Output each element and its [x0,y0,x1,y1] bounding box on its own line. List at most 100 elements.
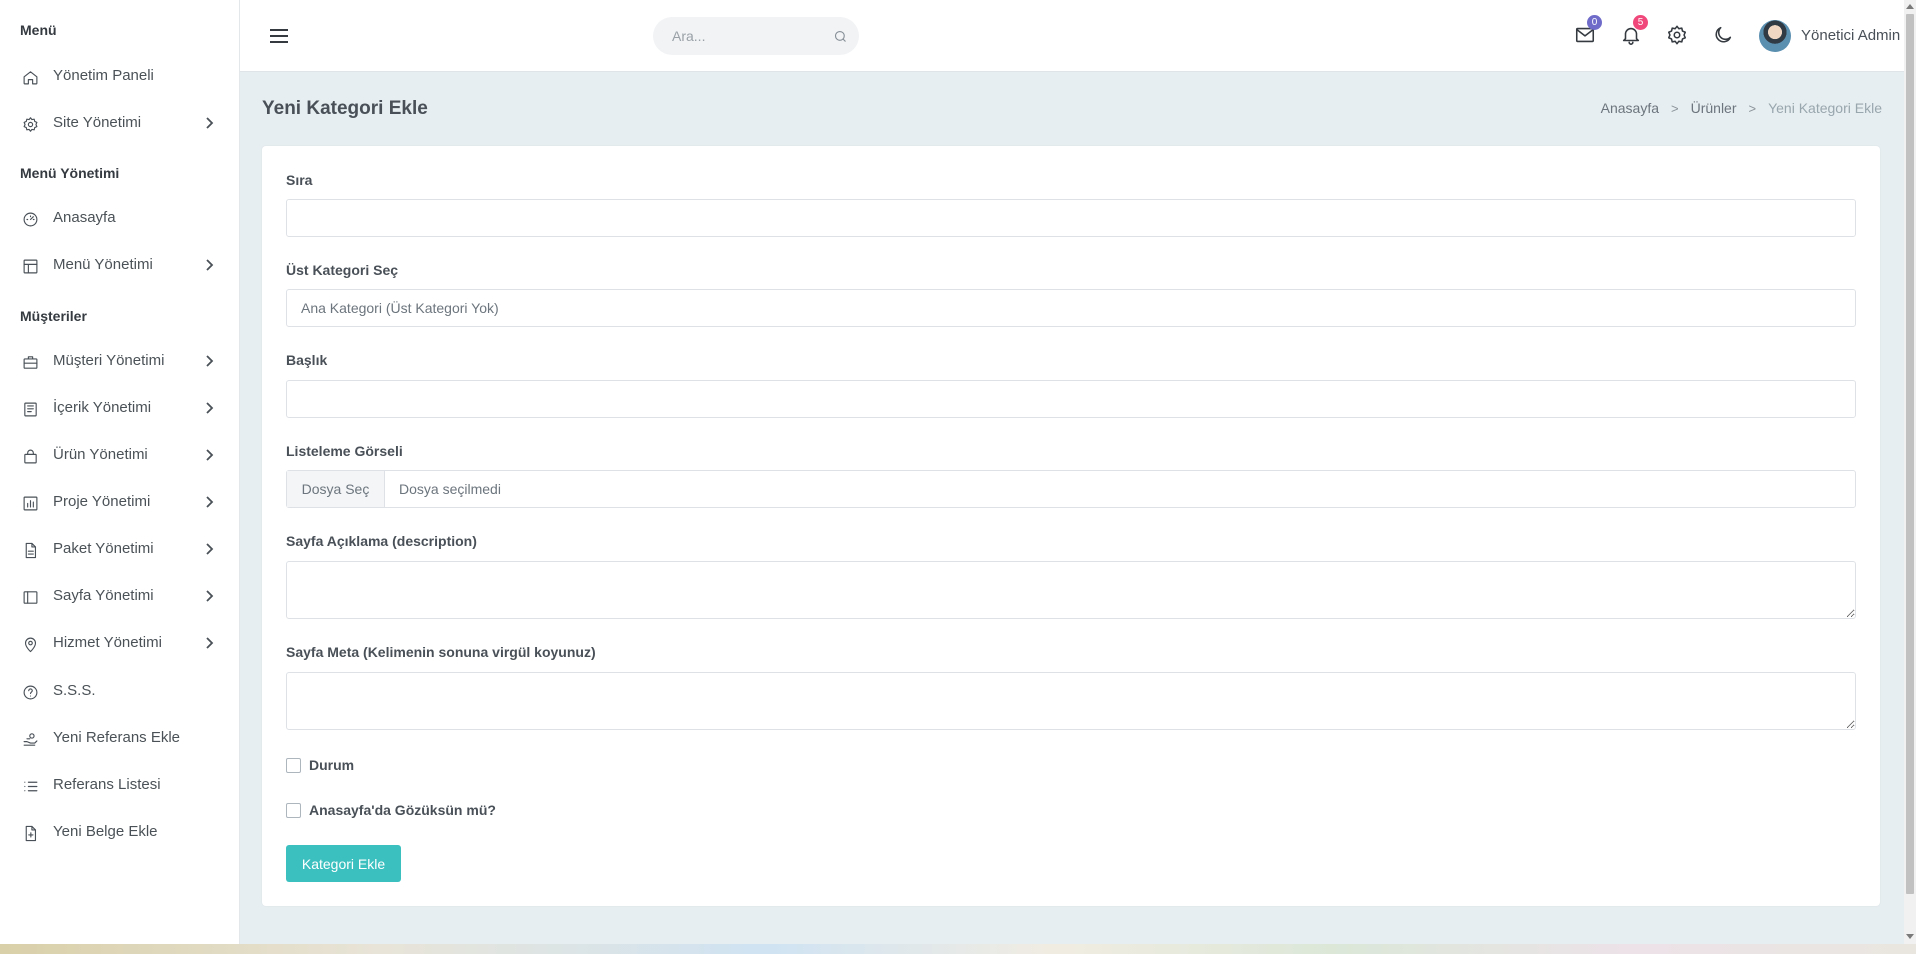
sidebar-item-referans-listesi[interactable]: Referans Listesi [0,765,240,805]
sidebar-item-label: Ürün Yönetimi [53,446,148,463]
chevron-right-icon [203,495,215,509]
home-icon [21,68,39,86]
sidebar-item-site-yonetimi[interactable]: Site Yönetimi [0,103,240,143]
topbar: 0 5 Yönetici Admin [240,0,1904,72]
durum-label: Durum [309,757,355,773]
sidebar-item-yeni-referans-ekle[interactable]: Yeni Referans Ekle [0,718,240,758]
gorsel-file-input[interactable]: Dosya Seç Dosya seçilmedi [286,470,1856,508]
map-pin-icon [21,635,39,653]
meta-label: Sayfa Meta (Kelimenin sonuna virgül koyu… [286,644,596,660]
breadcrumb-item-current: Yeni Kategori Ekle [1768,100,1882,116]
sidebar-item-paket-yonetimi[interactable]: Paket Yönetimi [0,529,240,569]
sidebar-item-anasayfa[interactable]: Anasayfa [0,198,240,238]
breadcrumb-separator: > [1671,100,1679,116]
category-form-card: Sıra Üst Kategori Seç Ana Kategori (Üst … [262,146,1880,906]
anasayfa-checkbox[interactable] [286,802,301,818]
sidebar-item-label: Proje Yönetimi [53,493,151,510]
mail-button[interactable]: 0 [1574,15,1602,50]
sidebar-item-yeni-belge-ekle[interactable]: Yeni Belge Ekle [0,812,240,852]
anasayfa-checkbox-group[interactable]: Anasayfa'da Gözüksün mü? [286,802,496,818]
file-status-text: Dosya seçilmedi [399,481,501,497]
scrollbar-thumb[interactable] [1906,14,1914,894]
sidebar-header-musteriler: Müşteriler [20,308,87,324]
gauge-icon [21,210,39,228]
sidebar-item-urun-yonetimi[interactable]: Ürün Yönetimi [0,435,240,475]
sidebar-item-label: Menü Yönetimi [53,256,153,273]
durum-checkbox[interactable] [286,757,301,773]
sidebar-item-label: İçerik Yönetimi [53,399,152,416]
hand-coins-icon [21,730,39,748]
scroll-up-arrow-icon[interactable] [1906,4,1914,9]
baslik-input[interactable] [286,380,1856,418]
ust-kategori-select[interactable]: Ana Kategori (Üst Kategori Yok) [286,289,1856,327]
avatar[interactable] [1759,20,1791,52]
sira-input[interactable] [286,199,1856,237]
sidebar-item-label: Yeni Referans Ekle [53,729,181,746]
notification-badge: 5 [1633,15,1648,30]
sidebar-item-sss[interactable]: S.S.S. [0,671,240,711]
sidebar-item-icerik-yonetimi[interactable]: İçerik Yönetimi [0,388,240,428]
breadcrumb-separator: > [1748,100,1757,116]
file-text-icon [21,541,39,559]
scroll-down-arrow-icon[interactable] [1906,934,1914,939]
sira-label: Sıra [286,172,313,188]
sidebar-layout-icon [21,588,39,606]
description-textarea[interactable] [286,561,1856,619]
sidebar-item-musteri-yonetimi[interactable]: Müşteri Yönetimi [0,341,240,381]
chevron-right-icon [203,542,215,556]
ust-kategori-label: Üst Kategori Seç [286,262,399,278]
sidebar-item-label: Site Yönetimi [53,114,142,131]
bell-icon [1620,27,1642,50]
sidebar-item-label: Müşteri Yönetimi [53,352,165,369]
shopping-bag-icon [21,447,39,465]
sidebar-item-yonetim-paneli[interactable]: Yönetim Paneli [0,56,240,96]
breadcrumb-item-urunler[interactable]: Ürünler [1691,100,1737,116]
sidebar-item-label: Yönetim Paneli [53,67,154,84]
chevron-right-icon [203,258,215,272]
mail-badge: 0 [1587,15,1602,30]
newspaper-icon [21,400,39,418]
help-circle-icon [21,683,39,701]
chevron-right-icon [203,589,215,603]
sidebar-item-sayfa-yonetimi[interactable]: Sayfa Yönetimi [0,576,240,616]
page-title: Yeni Kategori Ekle [262,98,428,119]
chevron-right-icon [203,636,215,650]
chevron-right-icon [203,401,215,415]
sidebar-item-hizmet-yonetimi[interactable]: Hizmet Yönetimi [0,623,240,663]
sidebar-item-label: S.S.S. [53,682,96,699]
hamburger-menu-icon[interactable] [268,25,290,47]
sidebar-item-menu-yonetimi[interactable]: Menü Yönetimi [0,245,240,285]
meta-textarea[interactable] [286,672,1856,730]
gorsel-label: Listeleme Görseli [286,443,403,459]
layout-icon [21,257,39,275]
mail-icon [1574,27,1596,50]
chevron-right-icon [203,116,215,130]
list-icon [21,777,39,795]
dark-mode-toggle[interactable] [1712,24,1736,48]
description-label: Sayfa Açıklama (description) [286,533,477,549]
taskbar-strip [0,944,1916,954]
kategori-ekle-button[interactable]: Kategori Ekle [286,845,401,882]
sidebar-item-proje-yonetimi[interactable]: Proje Yönetimi [0,482,240,522]
durum-checkbox-group[interactable]: Durum [286,757,354,773]
briefcase-icon [21,353,39,371]
file-choose-button[interactable]: Dosya Seç [287,471,385,507]
notifications-button[interactable]: 5 [1620,15,1648,50]
sidebar-item-label: Hizmet Yönetimi [53,634,162,651]
user-name[interactable]: Yönetici Admin [1801,27,1900,44]
bar-chart-icon [21,494,39,512]
page-scrollbar[interactable] [1904,0,1916,944]
ust-kategori-selected-value: Ana Kategori (Üst Kategori Yok) [301,300,499,316]
sidebar-item-label: Anasayfa [53,209,116,226]
file-plus-icon [21,824,39,842]
breadcrumb-item-anasayfa[interactable]: Anasayfa [1601,100,1659,116]
gear-icon [21,115,39,133]
sidebar-item-label: Paket Yönetimi [53,540,154,557]
sidebar: Menü Yönetim Paneli Site Yönetimi Menü Y… [0,0,240,944]
settings-button[interactable] [1666,24,1690,48]
sidebar-header-menu: Menü [20,22,57,38]
search-input[interactable] [653,17,859,55]
baslik-label: Başlık [286,352,328,368]
breadcrumb: Anasayfa > Ürünler > Yeni Kategori Ekle [1601,100,1882,116]
search-icon[interactable] [833,29,848,44]
